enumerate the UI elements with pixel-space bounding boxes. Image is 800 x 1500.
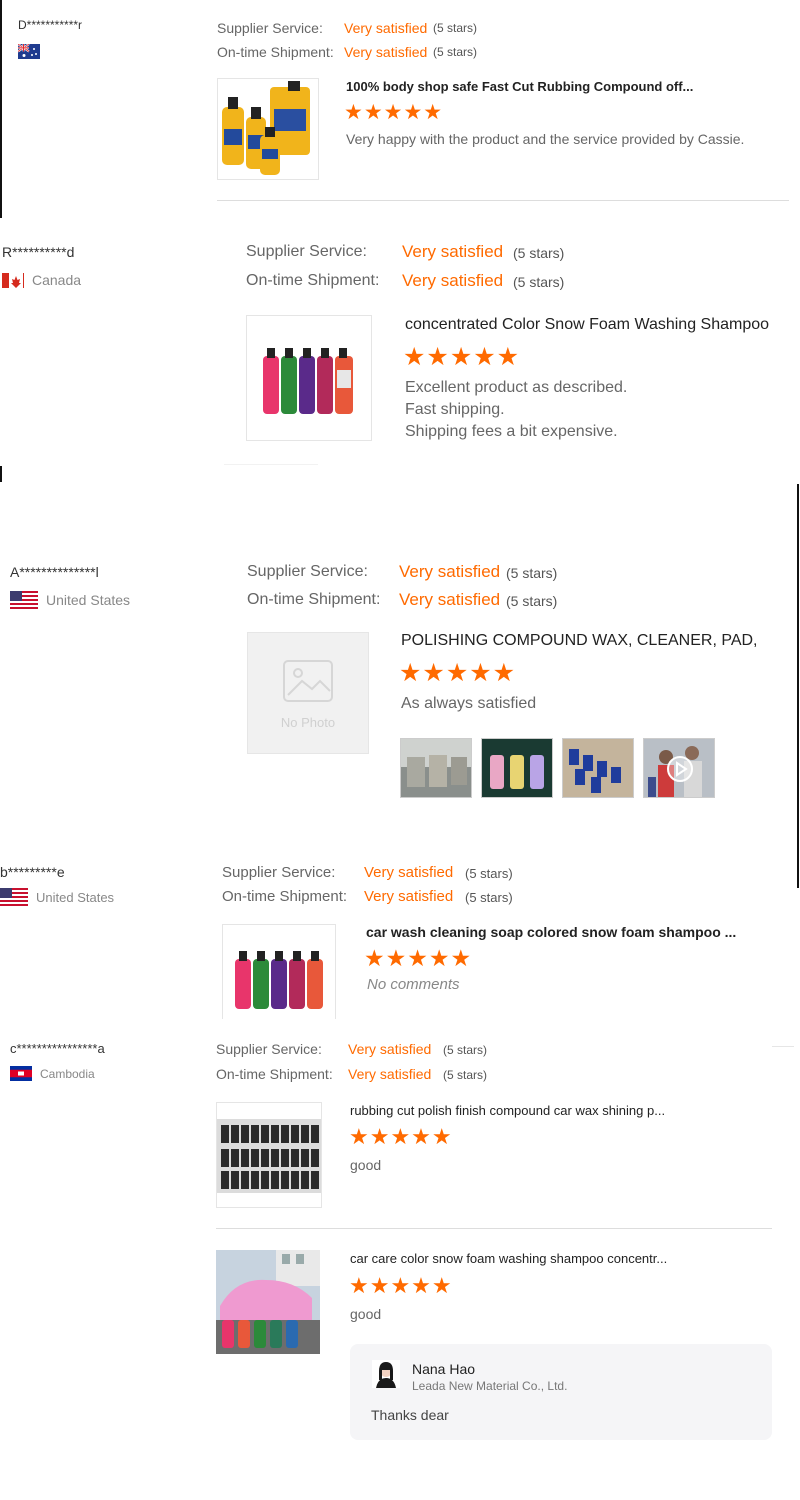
- product-thumbnail[interactable]: [216, 1102, 322, 1208]
- supplier-service-rating: Very satisfied: [399, 562, 501, 581]
- ontime-shipment-label: On-time Shipment:: [222, 888, 348, 905]
- supplier-service-label: Supplier Service:: [217, 20, 323, 36]
- product-thumbnail[interactable]: [222, 924, 336, 1019]
- us-flag-icon: [0, 888, 28, 906]
- avatar: [372, 1360, 400, 1393]
- ontime-shipment-stars: (5 stars): [465, 890, 513, 905]
- ontime-shipment-stars: (5 stars): [433, 45, 478, 59]
- product-thumbnail[interactable]: [246, 315, 372, 441]
- product-thumbnail[interactable]: [216, 1250, 320, 1354]
- right-border-line: [797, 484, 799, 888]
- ontime-shipment-rating: Very satisfied: [402, 271, 504, 290]
- supplier-service-stars: (5 stars): [506, 565, 558, 581]
- supplier-service-rating: Very satisfied: [402, 242, 504, 261]
- review-video-thumbnail[interactable]: [643, 738, 715, 798]
- ontime-shipment-label: On-time Shipment:: [247, 591, 381, 608]
- product-title[interactable]: concentrated Color Snow Foam Washing Sha…: [405, 316, 795, 334]
- left-border-line: [0, 466, 2, 482]
- us-flag-icon: [10, 591, 38, 609]
- country-name: Canada: [32, 272, 82, 288]
- ontime-shipment-label: On-time Shipment:: [246, 272, 380, 289]
- ontime-shipment-rating: Very satisfied: [399, 590, 501, 609]
- product-title[interactable]: car care color snow foam washing shampoo…: [350, 1251, 770, 1266]
- ontime-shipment-stars: (5 stars): [513, 274, 565, 290]
- no-photo-text: No Photo: [280, 715, 336, 730]
- ontime-shipment-stars: (5 stars): [443, 1068, 488, 1082]
- image-placeholder-icon: [283, 660, 333, 702]
- supplier-service-label: Supplier Service:: [222, 864, 336, 881]
- country-name: United States: [46, 592, 131, 608]
- supplier-service-stars: (5 stars): [465, 866, 513, 881]
- reply-text: Thanks dear: [371, 1407, 449, 1423]
- review-comment-line-1: Excellent product as described.: [405, 379, 628, 396]
- faint-divider: [224, 464, 318, 465]
- reviewer-name: A**************l: [10, 564, 99, 580]
- supplier-service-rating: Very satisfied: [344, 20, 428, 36]
- review-comment-line-2: Fast shipping.: [405, 401, 505, 418]
- review-comment-line-3: Shipping fees a bit expensive.: [405, 423, 618, 440]
- reviewer-name: D***********r: [18, 18, 83, 32]
- reviewer-country: Cambodia: [10, 1066, 95, 1081]
- supplier-service-stars: (5 stars): [443, 1043, 488, 1057]
- country-name: United States: [36, 889, 115, 905]
- supplier-service-label: Supplier Service:: [216, 1041, 322, 1057]
- review-divider: [216, 1228, 772, 1229]
- supplier-service-stars: (5 stars): [433, 21, 478, 35]
- canada-flag-icon: [2, 272, 24, 288]
- faint-divider: [772, 1046, 794, 1047]
- product-thumbnail[interactable]: [217, 78, 319, 180]
- reviewer-name: c****************a: [10, 1041, 105, 1056]
- review-photo-1[interactable]: [400, 738, 472, 798]
- ontime-shipment-rating: Very satisfied: [348, 1066, 432, 1082]
- product-title[interactable]: rubbing cut polish finish compound car w…: [350, 1103, 770, 1118]
- review-comment: As always satisfied: [401, 695, 537, 712]
- rating-stars: ★★★★★: [399, 659, 517, 687]
- left-border-line: [0, 0, 2, 218]
- review-comment: Very happy with the product and the serv…: [346, 131, 745, 147]
- ontime-shipment-rating: Very satisfied: [364, 888, 454, 905]
- ontime-shipment-label: On-time Shipment:: [217, 44, 334, 60]
- reviewer-country: United States: [0, 888, 114, 906]
- reviewer-country: Canada: [2, 272, 81, 288]
- reviewer-name: b*********e: [0, 864, 65, 880]
- supplier-service-label: Supplier Service:: [247, 563, 368, 580]
- play-icon[interactable]: [666, 755, 694, 788]
- supplier-service-rating: Very satisfied: [364, 864, 454, 881]
- reply-company: Leada New Material Co., Ltd.: [412, 1379, 568, 1393]
- product-title[interactable]: 100% body shop safe Fast Cut Rubbing Com…: [346, 79, 786, 94]
- reviewer-country: United States: [10, 591, 130, 609]
- review-photo-2[interactable]: [481, 738, 553, 798]
- rating-stars: ★★★★★: [364, 945, 473, 971]
- review-photo-3[interactable]: [562, 738, 634, 798]
- reviewer-name: R**********d: [2, 244, 75, 260]
- supplier-service-rating: Very satisfied: [348, 1041, 432, 1057]
- supplier-service-label: Supplier Service:: [246, 243, 367, 260]
- no-photo-placeholder: No Photo: [247, 632, 369, 754]
- rating-stars: ★★★★★: [344, 101, 444, 124]
- product-title[interactable]: POLISHING COMPOUND WAX, CLEANER, PAD,: [401, 632, 791, 650]
- supplier-reply: Nana Hao Leada New Material Co., Ltd. Th…: [350, 1344, 772, 1440]
- ontime-shipment-stars: (5 stars): [506, 593, 558, 609]
- country-name: Cambodia: [40, 1066, 95, 1081]
- reply-author: Nana Hao: [412, 1361, 476, 1377]
- review-comment: No comments: [367, 976, 460, 993]
- cambodia-flag-icon: [10, 1066, 32, 1081]
- ontime-shipment-label: On-time Shipment:: [216, 1066, 333, 1082]
- rating-stars: ★★★★★: [349, 1273, 453, 1298]
- product-title[interactable]: car wash cleaning soap colored snow foam…: [366, 924, 786, 940]
- supplier-service-stars: (5 stars): [513, 245, 565, 261]
- review-comment: good: [350, 1306, 382, 1322]
- ontime-shipment-rating: Very satisfied: [344, 44, 428, 60]
- review-comment: good: [350, 1157, 382, 1173]
- rating-stars: ★★★★★: [403, 343, 521, 371]
- review-divider: [217, 200, 789, 201]
- australia-flag-icon: [17, 43, 40, 64]
- rating-stars: ★★★★★: [349, 1124, 453, 1149]
